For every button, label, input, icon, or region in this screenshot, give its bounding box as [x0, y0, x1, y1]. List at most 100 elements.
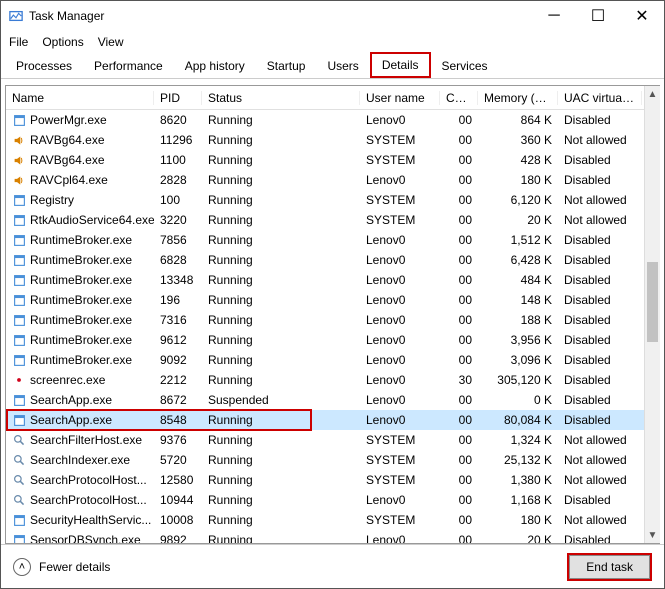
table-row[interactable]: RuntimeBroker.exe196RunningLenov000148 K… — [6, 290, 659, 310]
cell-pid: 6828 — [154, 253, 202, 267]
table-row[interactable]: SearchApp.exe8548RunningLenov00080,084 K… — [6, 410, 659, 430]
fewer-details-button[interactable]: ˄ Fewer details — [13, 558, 110, 576]
cell-user: SYSTEM — [360, 213, 440, 227]
cell-pid: 9376 — [154, 433, 202, 447]
cell-user: Lenov0 — [360, 373, 440, 387]
tab-app-history[interactable]: App history — [174, 54, 256, 78]
cell-memory: 148 K — [478, 293, 558, 307]
col-memory[interactable]: Memory (a... — [478, 91, 558, 105]
table-row[interactable]: SearchFilterHost.exe9376RunningSYSTEM001… — [6, 430, 659, 450]
process-icon — [12, 453, 26, 467]
table-row[interactable]: SearchIndexer.exe5720RunningSYSTEM0025,1… — [6, 450, 659, 470]
process-icon — [12, 493, 26, 507]
cell-memory: 1,324 K — [478, 433, 558, 447]
minimize-button[interactable]: ─ — [532, 1, 576, 31]
maximize-button[interactable]: ☐ — [576, 1, 620, 31]
cell-user: Lenov0 — [360, 533, 440, 543]
cell-cpu: 00 — [440, 333, 478, 347]
cell-status: Running — [202, 273, 360, 287]
table-row[interactable]: RuntimeBroker.exe9092RunningLenov0003,09… — [6, 350, 659, 370]
menu-options[interactable]: Options — [42, 35, 83, 49]
cell-cpu: 00 — [440, 253, 478, 267]
tab-users[interactable]: Users — [316, 54, 369, 78]
table-row[interactable]: Registry100RunningSYSTEM006,120 KNot all… — [6, 190, 659, 210]
col-cpu[interactable]: CPU — [440, 91, 478, 105]
cell-pid: 8548 — [154, 413, 202, 427]
table-row[interactable]: RuntimeBroker.exe7316RunningLenov000188 … — [6, 310, 659, 330]
table-row[interactable]: screenrec.exe2212RunningLenov030305,120 … — [6, 370, 659, 390]
end-task-button[interactable]: End task — [569, 555, 650, 579]
cell-user: Lenov0 — [360, 393, 440, 407]
cell-uac: Not allowed — [558, 513, 642, 527]
cell-uac: Not allowed — [558, 473, 642, 487]
end-task-label: End task — [586, 560, 633, 574]
table-row[interactable]: SearchProtocolHost...10944RunningLenov00… — [6, 490, 659, 510]
col-user[interactable]: User name — [360, 91, 440, 105]
close-button[interactable]: ✕ — [620, 1, 664, 31]
menu-file[interactable]: File — [9, 35, 28, 49]
cell-memory: 80,084 K — [478, 413, 558, 427]
tab-startup[interactable]: Startup — [256, 54, 317, 78]
cell-user: SYSTEM — [360, 433, 440, 447]
process-name: RAVCpl64.exe — [30, 173, 108, 187]
scroll-track[interactable] — [645, 102, 660, 527]
cell-user: SYSTEM — [360, 513, 440, 527]
cell-memory: 3,956 K — [478, 333, 558, 347]
tab-services[interactable]: Services — [431, 54, 499, 78]
table-row[interactable]: RuntimeBroker.exe9612RunningLenov0003,95… — [6, 330, 659, 350]
cell-uac: Disabled — [558, 233, 642, 247]
cell-status: Suspended — [202, 393, 360, 407]
col-pid[interactable]: PID — [154, 91, 202, 105]
menu-view[interactable]: View — [98, 35, 124, 49]
cell-uac: Disabled — [558, 493, 642, 507]
cell-memory: 180 K — [478, 173, 558, 187]
cell-memory: 428 K — [478, 153, 558, 167]
cell-status: Running — [202, 113, 360, 127]
table-header: Name PID Status User name CPU Memory (a.… — [6, 86, 659, 110]
cell-uac: Disabled — [558, 273, 642, 287]
col-name[interactable]: Name — [6, 91, 154, 105]
titlebar[interactable]: Task Manager ─ ☐ ✕ — [1, 1, 664, 31]
table-row[interactable]: RuntimeBroker.exe13348RunningLenov000484… — [6, 270, 659, 290]
table-row[interactable]: SearchProtocolHost...12580RunningSYSTEM0… — [6, 470, 659, 490]
process-icon — [12, 173, 26, 187]
table-row[interactable]: RuntimeBroker.exe6828RunningLenov0006,42… — [6, 250, 659, 270]
cell-pid: 9092 — [154, 353, 202, 367]
cell-uac: Not allowed — [558, 453, 642, 467]
cell-status: Running — [202, 433, 360, 447]
col-status[interactable]: Status — [202, 91, 360, 105]
table-row[interactable]: RAVBg64.exe11296RunningSYSTEM00360 KNot … — [6, 130, 659, 150]
vertical-scrollbar[interactable]: ▲ ▼ — [644, 86, 660, 543]
scroll-thumb[interactable] — [647, 262, 658, 342]
cell-pid: 100 — [154, 193, 202, 207]
scroll-up-button[interactable]: ▲ — [645, 86, 660, 102]
cell-user: Lenov0 — [360, 273, 440, 287]
cell-uac: Not allowed — [558, 433, 642, 447]
end-task-highlight: End task — [567, 553, 652, 581]
table-row[interactable]: RAVCpl64.exe2828RunningLenov000180 KDisa… — [6, 170, 659, 190]
process-name: SearchIndexer.exe — [30, 453, 130, 467]
table-row[interactable]: RuntimeBroker.exe7856RunningLenov0001,51… — [6, 230, 659, 250]
cell-memory: 6,428 K — [478, 253, 558, 267]
table-row[interactable]: SensorDBSynch.exe9892RunningLenov00020 K… — [6, 530, 659, 543]
cell-memory: 305,120 K — [478, 373, 558, 387]
table-row[interactable]: RAVBg64.exe1100RunningSYSTEM00428 KDisab… — [6, 150, 659, 170]
tab-processes[interactable]: Processes — [5, 54, 83, 78]
scroll-down-button[interactable]: ▼ — [645, 527, 660, 543]
cell-memory: 25,132 K — [478, 453, 558, 467]
process-name: RuntimeBroker.exe — [30, 293, 132, 307]
tab-performance[interactable]: Performance — [83, 54, 174, 78]
cell-uac: Disabled — [558, 413, 642, 427]
table-row[interactable]: RtkAudioService64.exe3220RunningSYSTEM00… — [6, 210, 659, 230]
col-uac[interactable]: UAC virtualizat... — [558, 91, 642, 105]
table-row[interactable]: SearchApp.exe8672SuspendedLenov0000 KDis… — [6, 390, 659, 410]
table-row[interactable]: SecurityHealthServic...10008RunningSYSTE… — [6, 510, 659, 530]
process-name: RAVBg64.exe — [30, 133, 105, 147]
table-row[interactable]: PowerMgr.exe8620RunningLenov000864 KDisa… — [6, 110, 659, 130]
cell-pid: 13348 — [154, 273, 202, 287]
tab-details[interactable]: Details — [370, 52, 431, 78]
cell-cpu: 00 — [440, 433, 478, 447]
table-body: PowerMgr.exe8620RunningLenov000864 KDisa… — [6, 110, 659, 543]
process-name: Registry — [30, 193, 74, 207]
cell-memory: 864 K — [478, 113, 558, 127]
